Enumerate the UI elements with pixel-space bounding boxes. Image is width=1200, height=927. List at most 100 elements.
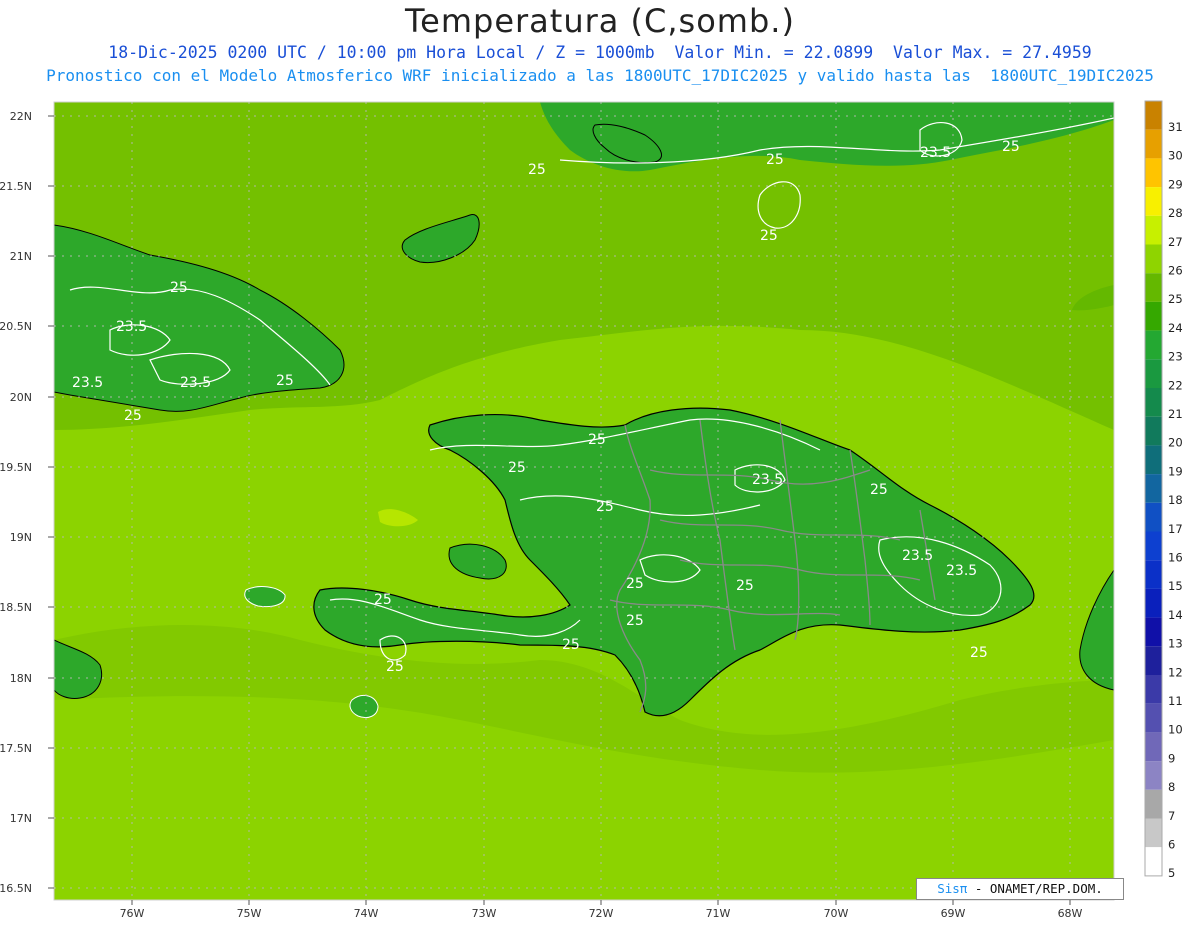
credit-text: - ONAMET/REP.DOM. [974, 881, 1103, 896]
lon-label: 70W [824, 907, 849, 920]
lat-label: 22N [10, 110, 32, 123]
contour-label: 23.5 [902, 548, 933, 564]
lat-label: 17.5N [0, 742, 32, 755]
legend-swatch [1145, 703, 1162, 733]
latitude-ticks [48, 115, 54, 889]
color-legend: 31 30 29 28 27 26 25 24 23 22 21 20 19 18 17 16 15 14 13 12… [1144, 100, 1183, 880]
contour-label: 23.5 [752, 472, 783, 488]
lat-label: 18.5N [0, 601, 32, 614]
legend-swatch [1145, 617, 1162, 647]
legend-swatch [1145, 646, 1162, 675]
legend-swatch [1145, 675, 1162, 704]
legend-level-label: 13 [1168, 637, 1183, 651]
legend-level-label: 17 [1168, 522, 1183, 536]
legend-level-label: 5 [1168, 866, 1175, 880]
legend-level-label: 11 [1168, 694, 1183, 708]
legend-level-label: 20 [1168, 436, 1183, 450]
credit-box: Sisπ - ONAMET/REP.DOM. [916, 878, 1124, 900]
lon-label: 69W [941, 907, 966, 920]
legend-level-label: 27 [1168, 235, 1183, 249]
legend-level-label: 26 [1168, 264, 1183, 278]
legend-swatch [1145, 158, 1162, 188]
legend-swatch [1145, 187, 1162, 216]
contour-label: 25 [1002, 139, 1020, 155]
legend-swatch [1145, 474, 1162, 503]
contour-label: 25 [528, 162, 546, 178]
contour-label: 23.5 [72, 375, 103, 391]
lon-label: 72W [589, 907, 614, 920]
lon-label: 75W [237, 907, 262, 920]
contour-label: 25 [124, 408, 142, 424]
legend-level-label: 23 [1168, 350, 1183, 364]
lat-label: 20N [10, 391, 32, 404]
legend-swatch [1145, 101, 1162, 130]
longitude-ticks [131, 900, 1071, 905]
legend-level-label: 14 [1168, 608, 1183, 622]
contour-label: 25 [588, 432, 606, 448]
lat-label: 21.5N [0, 180, 32, 193]
legend-swatch [1145, 789, 1162, 819]
contour-label: 23.5 [116, 319, 147, 335]
temperature-map: 22N 21.5N 21N 20.5N 20N 19.5N 19N 18.5N … [0, 100, 1183, 920]
lat-label: 16.5N [0, 882, 32, 895]
legend-level-label: 19 [1168, 464, 1183, 478]
legend-swatch [1145, 502, 1162, 532]
legend-level-label: 31 [1168, 120, 1183, 134]
legend-swatch [1145, 732, 1162, 762]
legend-swatch [1145, 445, 1162, 475]
contour-label: 25 [760, 228, 778, 244]
longitude-axis: 76W 75W 74W 73W 72W 71W 70W 69W 68W [120, 907, 1083, 920]
legend-level-label: 18 [1168, 493, 1183, 507]
legend-swatch [1145, 273, 1162, 302]
contour-label: 25 [626, 576, 644, 592]
lon-label: 71W [706, 907, 731, 920]
legend-swatch [1145, 560, 1162, 589]
legend-swatch [1145, 588, 1162, 618]
legend-swatch [1145, 244, 1162, 274]
lat-label: 19N [10, 531, 32, 544]
contour-label: 25 [170, 280, 188, 296]
lat-label: 20.5N [0, 320, 32, 333]
contour-label: 25 [596, 499, 614, 515]
contour-label: 25 [870, 482, 888, 498]
legend-level-label: 9 [1168, 751, 1175, 765]
contour-label: 25 [626, 613, 644, 629]
contour-label: 25 [562, 637, 580, 653]
legend-level-label: 30 [1168, 149, 1183, 163]
lon-label: 73W [472, 907, 497, 920]
lon-label: 74W [354, 907, 379, 920]
legend-swatch [1145, 416, 1162, 446]
contour-label: 25 [508, 460, 526, 476]
contour-label: 25 [276, 373, 294, 389]
contour-label: 25 [386, 659, 404, 675]
contour-label: 25 [766, 152, 784, 168]
legend-level-label: 15 [1168, 579, 1183, 593]
legend-swatch [1145, 531, 1162, 561]
lon-label: 68W [1058, 907, 1083, 920]
sis-logo-text: Sisπ [937, 881, 968, 896]
lat-label: 19.5N [0, 461, 32, 474]
legend-swatch [1145, 761, 1162, 790]
legend-level-label: 28 [1168, 206, 1183, 220]
legend-swatch [1145, 388, 1162, 417]
legend-level-label: 21 [1168, 407, 1183, 421]
contour-label: 25 [736, 578, 754, 594]
legend-swatch [1145, 301, 1162, 331]
lat-label: 21N [10, 250, 32, 263]
legend-swatch [1145, 215, 1162, 245]
legend-level-label: 24 [1168, 321, 1183, 335]
contour-label: 23.5 [180, 375, 211, 391]
legend-swatch [1145, 359, 1162, 388]
legend-swatch [1145, 129, 1162, 159]
legend-level-label: 6 [1168, 838, 1175, 852]
lat-label: 17N [10, 812, 32, 825]
legend-level-label: 10 [1168, 723, 1183, 737]
contour-label: 25 [374, 592, 392, 608]
legend-level-label: 8 [1168, 780, 1175, 794]
latitude-axis: 22N 21.5N 21N 20.5N 20N 19.5N 19N 18.5N … [0, 110, 32, 895]
lon-label: 76W [120, 907, 145, 920]
legend-level-label: 22 [1168, 378, 1183, 392]
legend-level-label: 7 [1168, 809, 1175, 823]
contour-label: 23.5 [946, 563, 977, 579]
contour-label: 23.5 [920, 145, 951, 161]
